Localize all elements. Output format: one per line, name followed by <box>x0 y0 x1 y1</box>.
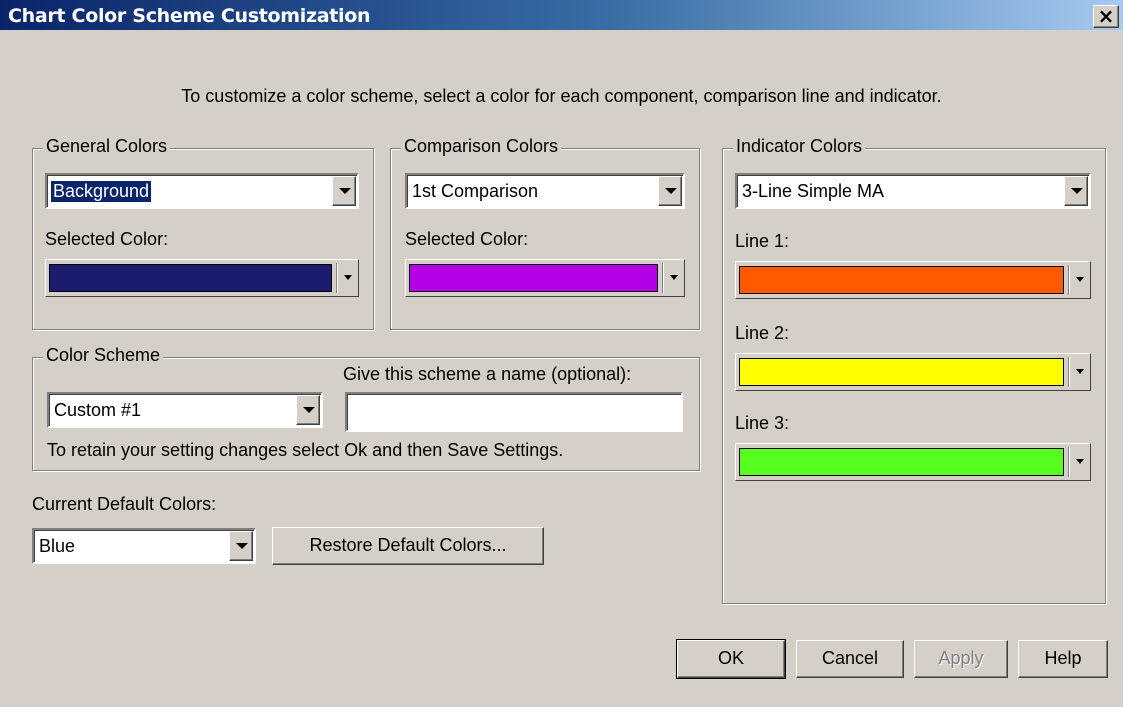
general-colors-legend: General Colors <box>43 136 171 157</box>
chevron-down-icon[interactable] <box>1064 176 1088 206</box>
close-icon: × <box>1097 4 1115 28</box>
color-scheme-select[interactable]: Custom #1 <box>47 392 323 428</box>
line-2-color-picker[interactable] <box>735 353 1091 391</box>
indicator-value: 3-Line Simple MA <box>742 181 885 201</box>
general-colors-value: Background <box>49 180 153 203</box>
current-default-colors-label: Current Default Colors: <box>32 494 217 514</box>
color-scheme-value: Custom #1 <box>54 400 142 420</box>
ok-label: OK <box>717 648 744 668</box>
restore-default-colors-button[interactable]: Restore Default Colors... <box>272 527 544 565</box>
divider <box>336 263 338 293</box>
indicator-select[interactable]: 3-Line Simple MA <box>735 173 1091 209</box>
chevron-down-icon[interactable] <box>229 531 253 561</box>
divider <box>662 263 664 293</box>
title-bar: Chart Color Scheme Customization × <box>0 0 1123 30</box>
scheme-retain-note: To retain your setting changes select Ok… <box>47 440 564 460</box>
general-color-swatch <box>49 264 332 292</box>
comparison-colors-group: Comparison Colors 1st Comparison Selecte… <box>390 136 700 330</box>
color-scheme-group: Color Scheme Give this scheme a name (op… <box>32 345 700 471</box>
chevron-down-icon[interactable] <box>332 176 356 206</box>
general-selected-color-label: Selected Color: <box>45 229 169 249</box>
window-title: Chart Color Scheme Customization <box>8 5 371 27</box>
chevron-down-icon[interactable] <box>296 395 320 425</box>
indicator-colors-legend: Indicator Colors <box>733 136 866 157</box>
intro-text: To customize a color scheme, select a co… <box>181 86 942 106</box>
color-scheme-legend: Color Scheme <box>43 345 164 366</box>
line-3-label: Line 3: <box>735 413 790 433</box>
help-button[interactable]: Help <box>1018 640 1108 678</box>
general-color-picker[interactable] <box>45 259 359 297</box>
cancel-label: Cancel <box>821 648 879 668</box>
default-colors-select[interactable]: Blue <box>32 528 256 564</box>
comparison-color-swatch <box>409 264 658 292</box>
cancel-button[interactable]: Cancel <box>796 640 904 678</box>
dropdown-arrow-icon <box>670 275 678 280</box>
comparison-colors-legend: Comparison Colors <box>401 136 562 157</box>
line-3-color-picker[interactable] <box>735 443 1091 481</box>
general-colors-select[interactable]: Background <box>45 173 359 209</box>
line-1-color-picker[interactable] <box>735 261 1091 299</box>
scheme-name-label: Give this scheme a name (optional): <box>343 364 632 384</box>
scheme-name-input[interactable] <box>345 392 683 432</box>
dropdown-arrow-icon <box>1076 459 1084 464</box>
dropdown-arrow-icon <box>1076 277 1084 282</box>
apply-label: Apply <box>938 648 984 668</box>
help-label: Help <box>1044 648 1082 668</box>
general-colors-group: General Colors Background Selected Color… <box>32 136 374 330</box>
chevron-down-icon[interactable] <box>658 176 682 206</box>
line-2-color-swatch <box>739 358 1064 386</box>
ok-button[interactable]: OK <box>676 639 786 679</box>
default-colors-value: Blue <box>39 536 76 556</box>
restore-default-colors-label: Restore Default Colors... <box>309 535 507 555</box>
line-1-label: Line 1: <box>735 231 790 251</box>
line-3-color-swatch <box>739 448 1064 476</box>
dropdown-arrow-icon <box>1076 369 1084 374</box>
comparison-selected-color-label: Selected Color: <box>405 229 529 249</box>
close-button[interactable]: × <box>1093 5 1119 28</box>
dropdown-arrow-icon <box>344 275 352 280</box>
comparison-value: 1st Comparison <box>412 181 539 201</box>
divider <box>1068 357 1070 387</box>
indicator-colors-group: Indicator Colors 3-Line Simple MA Line 1… <box>722 136 1106 604</box>
comparison-select[interactable]: 1st Comparison <box>405 173 685 209</box>
line-2-label: Line 2: <box>735 323 790 343</box>
divider <box>1068 447 1070 477</box>
line-1-color-swatch <box>739 266 1064 294</box>
divider <box>1068 265 1070 295</box>
apply-button[interactable]: Apply <box>914 640 1008 678</box>
comparison-color-picker[interactable] <box>405 259 685 297</box>
